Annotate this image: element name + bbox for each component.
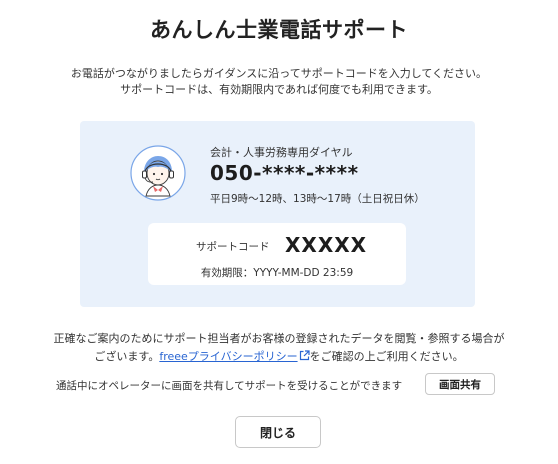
- privacy-suffix: をご確認の上ご利用ください。: [309, 350, 464, 363]
- support-dialog: あんしん士業電話サポート お電話がつながりましたらガイダンスに沿ってサポートコー…: [0, 0, 558, 464]
- support-code-expiry: 有効期限：YYYY-MM-DD 23:59: [200, 267, 354, 279]
- close-button[interactable]: 閉じる: [235, 416, 321, 448]
- privacy-line-1: 正確なご案内のためにサポート担当者がお客様の登録されたデータを閲覧・参照する場合…: [53, 332, 505, 345]
- instruction-line-1: お電話がつながりましたらガイダンスに沿ってサポートコードを入力してください。: [70, 67, 488, 80]
- support-info-panel: 会計・人事労務専用ダイヤル 050-****-**** 平日9時〜12時、13時…: [80, 121, 475, 307]
- screen-share-text: 通話中にオペレーターに画面を共有してサポートを受けることができます: [56, 380, 403, 392]
- screen-share-row: 通話中にオペレーターに画面を共有してサポートを受けることができます 画面共有: [56, 373, 498, 397]
- privacy-notice: 正確なご案内のためにサポート担当者がお客様の登録されたデータを閲覧・参照する場合…: [0, 330, 558, 366]
- instruction-line-2: サポートコードは、有効期限内であれば何度でも利用できます。: [120, 83, 438, 96]
- privacy-policy-link[interactable]: freeeプライバシーポリシー: [159, 349, 310, 363]
- business-hours: 平日9時〜12時、13時〜17時（土日祝日休）: [210, 193, 425, 205]
- external-link-icon[interactable]: [299, 349, 310, 361]
- operator-headset-icon: [130, 145, 186, 201]
- privacy-policy-link-text[interactable]: freeeプライバシーポリシー: [159, 350, 297, 363]
- support-code-value: XXXXX: [285, 233, 368, 257]
- support-code-card: サポートコード XXXXX 有効期限：YYYY-MM-DD 23:59: [148, 223, 406, 285]
- screen-share-button[interactable]: 画面共有: [425, 373, 495, 395]
- phone-number: 050-****-****: [210, 161, 359, 185]
- instructions: お電話がつながりましたらガイダンスに沿ってサポートコードを入力してください。 サ…: [0, 66, 558, 98]
- dialog-title: あんしん士業電話サポート: [150, 18, 408, 42]
- support-code-label: サポートコード: [196, 241, 270, 253]
- privacy-line-2: ございます。freeeプライバシーポリシー をご確認の上ご利用ください。: [0, 348, 558, 366]
- privacy-prefix: ございます。: [94, 350, 160, 363]
- support-line-name: 会計・人事労務専用ダイヤル: [210, 146, 353, 159]
